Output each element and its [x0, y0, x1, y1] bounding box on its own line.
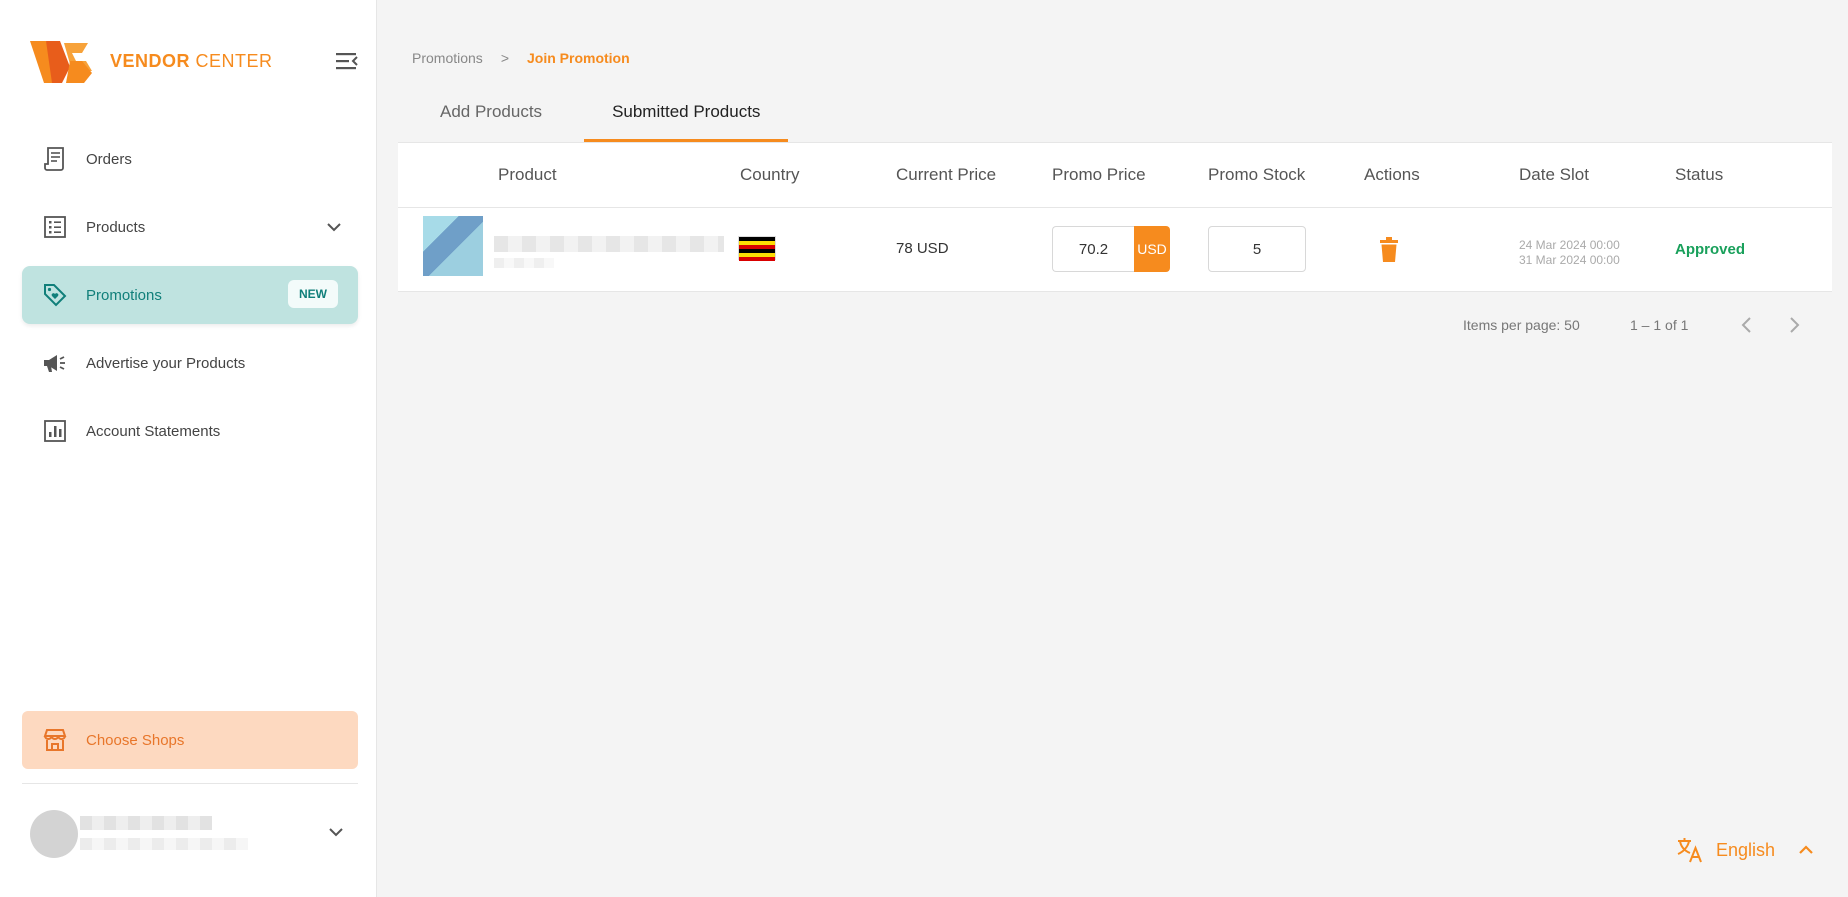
- items-per-page[interactable]: Items per page: 50: [1463, 317, 1580, 333]
- sidebar-item-label: Orders: [86, 150, 132, 168]
- sidebar-item-label: Products: [86, 218, 146, 236]
- new-badge: NEW: [288, 280, 338, 308]
- page-range: 1 – 1 of 1: [1630, 317, 1689, 333]
- choose-shops-label: Choose Shops: [86, 731, 185, 749]
- column-header-promo-stock[interactable]: Promo Stock: [1208, 165, 1305, 185]
- tag-heart-icon: [42, 282, 68, 308]
- delete-icon[interactable]: [1377, 237, 1401, 263]
- date-slot-end: 31 Mar 2024 00:00: [1519, 253, 1620, 267]
- language-selector[interactable]: English: [1676, 834, 1817, 866]
- choose-shops-button[interactable]: Choose Shops: [22, 711, 358, 769]
- user-account-menu[interactable]: [30, 804, 360, 860]
- table-row: 78 USD USD 24 Mar 2024 00:00 31 Mar 2024…: [398, 208, 1832, 292]
- column-header-date-slot[interactable]: Date Slot: [1519, 165, 1589, 185]
- sidebar: VENDOR CENTER Orders Products Promotions…: [0, 0, 377, 897]
- paginator: Items per page: 50 1 – 1 of 1: [398, 292, 1832, 358]
- sidebar-divider: [22, 783, 358, 784]
- promo-stock-input[interactable]: [1208, 226, 1306, 272]
- column-header-country[interactable]: Country: [740, 165, 800, 185]
- table-header: Product Country Current Price Promo Pric…: [398, 142, 1832, 208]
- user-email-redacted: [80, 838, 248, 850]
- promo-price-field: USD: [1052, 226, 1170, 272]
- chevron-right-icon[interactable]: [1781, 312, 1807, 338]
- brand-name: VENDOR CENTER: [110, 50, 273, 71]
- chevron-down-icon: [327, 223, 341, 232]
- product-sku-redacted: [494, 258, 554, 268]
- sidebar-item-promotions[interactable]: Promotions NEW: [22, 266, 358, 324]
- vendor-center-logo-icon: [30, 41, 92, 83]
- language-label: English: [1716, 839, 1776, 860]
- chevron-up-icon: [1799, 845, 1813, 854]
- column-header-product[interactable]: Product: [498, 165, 557, 185]
- sidebar-item-orders[interactable]: Orders: [22, 130, 358, 188]
- sidebar-item-advertise[interactable]: Advertise your Products: [22, 334, 358, 392]
- status-badge: Approved: [1675, 241, 1746, 258]
- sidebar-item-label: Advertise your Products: [86, 354, 246, 372]
- translate-icon: [1677, 838, 1702, 863]
- column-header-status[interactable]: Status: [1675, 165, 1723, 185]
- chevron-down-icon: [329, 828, 343, 837]
- sidebar-item-products[interactable]: Products: [22, 198, 358, 256]
- column-header-actions: Actions: [1364, 165, 1420, 184]
- promo-price-input[interactable]: [1052, 226, 1134, 272]
- breadcrumb: Promotions > Join Promotion: [412, 50, 630, 66]
- product-thumbnail[interactable]: [423, 216, 483, 276]
- collapse-sidebar-button[interactable]: [334, 48, 360, 74]
- receipt-icon: [42, 146, 68, 172]
- megaphone-icon: [42, 350, 68, 376]
- sidebar-item-label: Account Statements: [86, 422, 221, 440]
- submitted-products-table: Product Country Current Price Promo Pric…: [398, 142, 1832, 358]
- breadcrumb-current: Join Promotion: [527, 50, 630, 66]
- breadcrumb-parent-link[interactable]: Promotions: [412, 50, 483, 66]
- sidebar-nav: Orders Products Promotions NEW Advertise…: [22, 130, 358, 470]
- column-header-promo-price[interactable]: Promo Price: [1052, 165, 1146, 185]
- current-price: 78 USD: [896, 240, 949, 257]
- sidebar-item-account-statements[interactable]: Account Statements: [22, 402, 358, 460]
- date-slot: 24 Mar 2024 00:00 31 Mar 2024 00:00: [1519, 238, 1620, 268]
- product-name-redacted: [494, 236, 724, 252]
- user-name-redacted: [80, 816, 212, 830]
- tab-add-products[interactable]: Add Products: [398, 96, 584, 142]
- breadcrumb-separator: >: [500, 50, 509, 66]
- tab-bar: Add Products Submitted Products: [398, 96, 789, 142]
- sidebar-item-label: Promotions: [86, 286, 162, 304]
- bar-chart-icon: [42, 418, 68, 444]
- tab-submitted-products[interactable]: Submitted Products: [584, 96, 789, 142]
- storefront-icon: [43, 729, 67, 751]
- list-icon: [42, 214, 68, 240]
- avatar: [30, 810, 78, 858]
- date-slot-start: 24 Mar 2024 00:00: [1519, 238, 1620, 252]
- brand-logo: VENDOR CENTER: [30, 36, 360, 86]
- menu-collapse-icon: [336, 53, 358, 70]
- column-header-current-price[interactable]: Current Price: [896, 165, 996, 185]
- chevron-left-icon[interactable]: [1734, 312, 1760, 338]
- promo-price-currency: USD: [1134, 226, 1170, 272]
- uganda-flag-icon: [738, 236, 776, 261]
